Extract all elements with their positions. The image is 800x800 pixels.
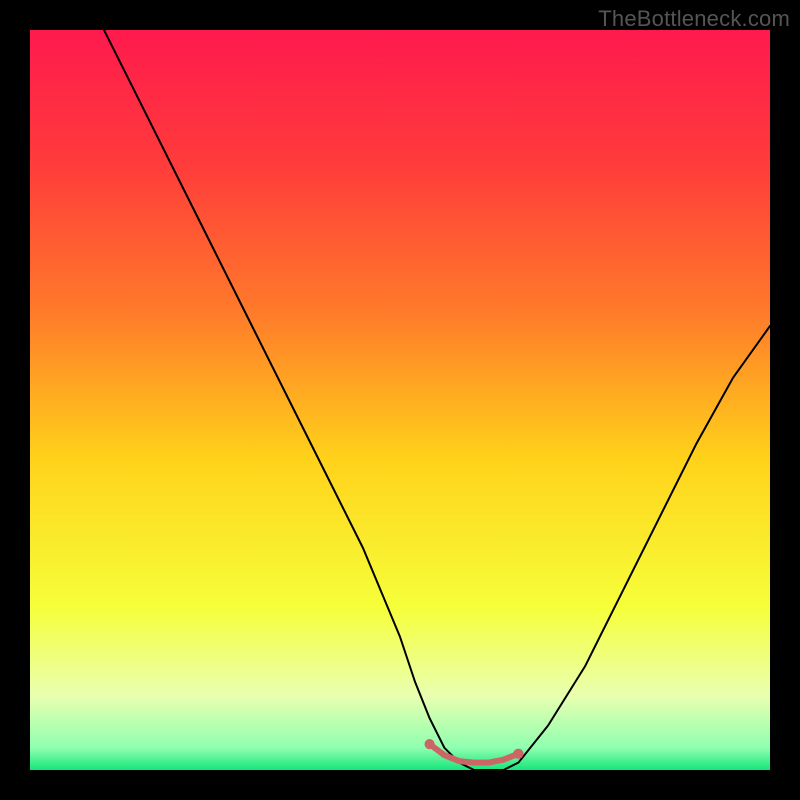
watermark-text: TheBottleneck.com xyxy=(598,6,790,32)
highlight-dot xyxy=(513,749,523,759)
chart-background xyxy=(30,30,770,770)
chart-plot xyxy=(30,30,770,770)
highlight-dot xyxy=(425,739,435,749)
chart-svg xyxy=(30,30,770,770)
chart-frame: TheBottleneck.com xyxy=(0,0,800,800)
